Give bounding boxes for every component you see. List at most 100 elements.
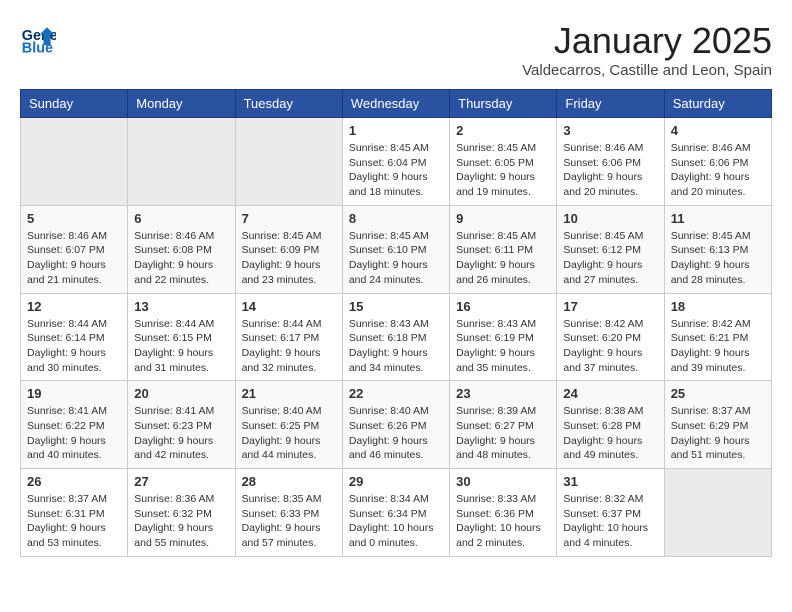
day-info: Sunrise: 8:42 AMSunset: 6:20 PMDaylight:… [563, 317, 657, 376]
calendar-cell: 29Sunrise: 8:34 AMSunset: 6:34 PMDayligh… [342, 469, 449, 557]
calendar-cell: 14 Sunrise: 8:44 AMSunset: 6:17 PMDayligh… [235, 293, 342, 381]
day-info: Sunrise: 8:39 AMSunset: 6:27 PMDaylight:… [456, 404, 550, 463]
day-number: 1 [349, 123, 443, 138]
day-number: 19 [27, 386, 121, 401]
calendar-cell: 13 Sunrise: 8:44 AMSunset: 6:15 PMDayligh… [128, 293, 235, 381]
day-number: 12 [27, 299, 121, 314]
day-info: Sunrise: 8:38 AMSunset: 6:28 PMDaylight:… [563, 404, 657, 463]
calendar-cell: 17 Sunrise: 8:42 AMSunset: 6:20 PMDayligh… [557, 293, 664, 381]
calendar-week-5: 26 Sunrise: 8:37 AMSunset: 6:31 PMDayligh… [21, 469, 772, 557]
calendar-cell: 16Sunrise: 8:43 AMSunset: 6:19 PMDayligh… [450, 293, 557, 381]
calendar-cell [128, 118, 235, 206]
day-number: 4 [671, 123, 765, 138]
day-number: 8 [349, 211, 443, 226]
calendar-cell: 21 Sunrise: 8:40 AMSunset: 6:25 PMDayligh… [235, 381, 342, 469]
title-area: January 2025 Valdecarros, Castille and L… [522, 20, 772, 79]
day-number: 13 [134, 299, 228, 314]
calendar-cell: 11 Sunrise: 8:45 AMSunset: 6:13 PMDayligh… [664, 205, 771, 293]
calendar-cell: 26 Sunrise: 8:37 AMSunset: 6:31 PMDayligh… [21, 469, 128, 557]
day-info: Sunrise: 8:46 AMSunset: 6:08 PMDaylight:… [134, 229, 228, 288]
weekday-header-wednesday: Wednesday [342, 90, 449, 118]
day-info: Sunrise: 8:45 AMSunset: 6:11 PMDaylight:… [456, 229, 550, 288]
day-info: Sunrise: 8:46 AMSunset: 6:06 PMDaylight:… [671, 141, 765, 200]
day-info: Sunrise: 8:43 AMSunset: 6:18 PMDaylight:… [349, 317, 443, 376]
weekday-header-friday: Friday [557, 90, 664, 118]
day-number: 11 [671, 211, 765, 226]
day-number: 2 [456, 123, 550, 138]
day-number: 6 [134, 211, 228, 226]
day-info: Sunrise: 8:45 AMSunset: 6:13 PMDaylight:… [671, 229, 765, 288]
calendar-cell: 25 Sunrise: 8:37 AMSunset: 6:29 PMDayligh… [664, 381, 771, 469]
calendar-cell [664, 469, 771, 557]
day-info: Sunrise: 8:45 AMSunset: 6:10 PMDaylight:… [349, 229, 443, 288]
calendar-cell: 4 Sunrise: 8:46 AMSunset: 6:06 PMDaylight… [664, 118, 771, 206]
day-info: Sunrise: 8:33 AMSunset: 6:36 PMDaylight:… [456, 492, 550, 551]
day-number: 23 [456, 386, 550, 401]
day-info: Sunrise: 8:46 AMSunset: 6:06 PMDaylight:… [563, 141, 657, 200]
calendar-cell: 30 Sunrise: 8:33 AMSunset: 6:36 PMDayligh… [450, 469, 557, 557]
day-info: Sunrise: 8:46 AMSunset: 6:07 PMDaylight:… [27, 229, 121, 288]
day-number: 3 [563, 123, 657, 138]
day-number: 5 [27, 211, 121, 226]
logo-icon: General Blue [20, 20, 56, 56]
calendar-cell [235, 118, 342, 206]
calendar-cell: 22 Sunrise: 8:40 AMSunset: 6:26 PMDayligh… [342, 381, 449, 469]
day-number: 29 [349, 474, 443, 489]
day-number: 20 [134, 386, 228, 401]
calendar-cell: 24 Sunrise: 8:38 AMSunset: 6:28 PMDayligh… [557, 381, 664, 469]
day-info: Sunrise: 8:32 AMSunset: 6:37 PMDaylight:… [563, 492, 657, 551]
day-info: Sunrise: 8:45 AMSunset: 6:12 PMDaylight:… [563, 229, 657, 288]
weekday-header-saturday: Saturday [664, 90, 771, 118]
calendar-cell [21, 118, 128, 206]
weekday-header-monday: Monday [128, 90, 235, 118]
weekday-header-tuesday: Tuesday [235, 90, 342, 118]
logo: General Blue [20, 20, 56, 56]
day-number: 22 [349, 386, 443, 401]
day-number: 24 [563, 386, 657, 401]
location-subtitle: Valdecarros, Castille and Leon, Spain [522, 62, 772, 79]
day-info: Sunrise: 8:44 AMSunset: 6:17 PMDaylight:… [242, 317, 336, 376]
calendar-cell: 9 Sunrise: 8:45 AMSunset: 6:11 PMDaylight… [450, 205, 557, 293]
day-info: Sunrise: 8:37 AMSunset: 6:29 PMDaylight:… [671, 404, 765, 463]
calendar-cell: 5 Sunrise: 8:46 AMSunset: 6:07 PMDaylight… [21, 205, 128, 293]
day-info: Sunrise: 8:44 AMSunset: 6:14 PMDaylight:… [27, 317, 121, 376]
day-number: 17 [563, 299, 657, 314]
day-info: Sunrise: 8:44 AMSunset: 6:15 PMDaylight:… [134, 317, 228, 376]
day-number: 7 [242, 211, 336, 226]
calendar-cell: 27Sunrise: 8:36 AMSunset: 6:32 PMDayligh… [128, 469, 235, 557]
calendar-cell: 8 Sunrise: 8:45 AMSunset: 6:10 PMDaylight… [342, 205, 449, 293]
calendar-cell: 10 Sunrise: 8:45 AMSunset: 6:12 PMDayligh… [557, 205, 664, 293]
calendar-cell: 20 Sunrise: 8:41 AMSunset: 6:23 PMDayligh… [128, 381, 235, 469]
day-info: Sunrise: 8:41 AMSunset: 6:22 PMDaylight:… [27, 404, 121, 463]
calendar-week-1: 1Sunrise: 8:45 AMSunset: 6:04 PMDaylight… [21, 118, 772, 206]
day-number: 28 [242, 474, 336, 489]
calendar-cell: 6 Sunrise: 8:46 AMSunset: 6:08 PMDaylight… [128, 205, 235, 293]
header: General Blue January 2025 Valdecarros, C… [20, 20, 772, 79]
calendar-week-2: 5 Sunrise: 8:46 AMSunset: 6:07 PMDaylight… [21, 205, 772, 293]
month-title: January 2025 [522, 20, 772, 62]
day-number: 9 [456, 211, 550, 226]
day-info: Sunrise: 8:35 AMSunset: 6:33 PMDaylight:… [242, 492, 336, 551]
day-number: 14 [242, 299, 336, 314]
calendar-cell: 12 Sunrise: 8:44 AMSunset: 6:14 PMDayligh… [21, 293, 128, 381]
day-info: Sunrise: 8:37 AMSunset: 6:31 PMDaylight:… [27, 492, 121, 551]
calendar-cell: 19 Sunrise: 8:41 AMSunset: 6:22 PMDayligh… [21, 381, 128, 469]
weekday-header-row: SundayMondayTuesdayWednesdayThursdayFrid… [21, 90, 772, 118]
day-number: 25 [671, 386, 765, 401]
day-info: Sunrise: 8:41 AMSunset: 6:23 PMDaylight:… [134, 404, 228, 463]
calendar-cell: 28 Sunrise: 8:35 AMSunset: 6:33 PMDayligh… [235, 469, 342, 557]
day-number: 26 [27, 474, 121, 489]
calendar-cell: 23 Sunrise: 8:39 AMSunset: 6:27 PMDayligh… [450, 381, 557, 469]
day-info: Sunrise: 8:42 AMSunset: 6:21 PMDaylight:… [671, 317, 765, 376]
calendar-week-4: 19 Sunrise: 8:41 AMSunset: 6:22 PMDayligh… [21, 381, 772, 469]
day-number: 21 [242, 386, 336, 401]
day-number: 30 [456, 474, 550, 489]
day-info: Sunrise: 8:40 AMSunset: 6:25 PMDaylight:… [242, 404, 336, 463]
day-info: Sunrise: 8:45 AMSunset: 6:05 PMDaylight:… [456, 141, 550, 200]
calendar-cell: 18Sunrise: 8:42 AMSunset: 6:21 PMDayligh… [664, 293, 771, 381]
day-number: 10 [563, 211, 657, 226]
day-info: Sunrise: 8:43 AMSunset: 6:19 PMDaylight:… [456, 317, 550, 376]
weekday-header-thursday: Thursday [450, 90, 557, 118]
day-number: 27 [134, 474, 228, 489]
day-info: Sunrise: 8:40 AMSunset: 6:26 PMDaylight:… [349, 404, 443, 463]
